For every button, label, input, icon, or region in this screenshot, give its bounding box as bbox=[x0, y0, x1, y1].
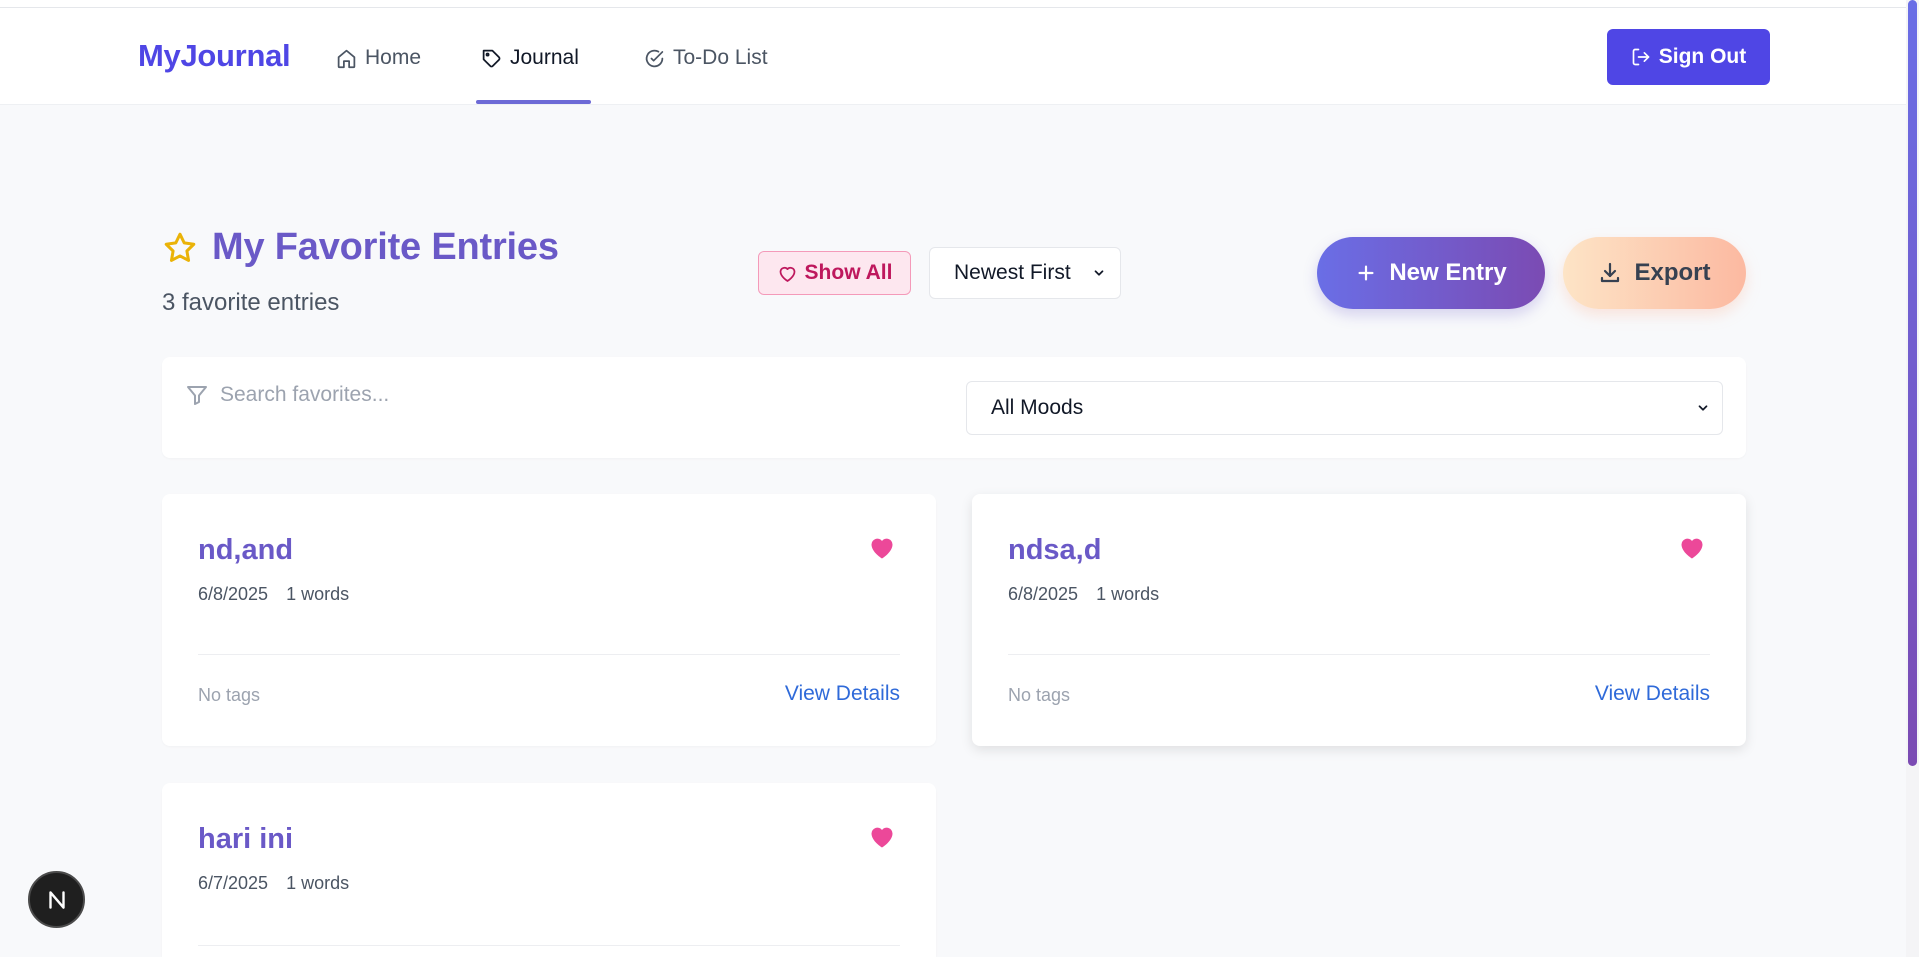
search-input[interactable] bbox=[220, 383, 780, 407]
entry-tags: No tags bbox=[1008, 685, 1071, 705]
entry-title[interactable]: ndsa,d bbox=[1008, 534, 1101, 567]
filter-bar: All Moods bbox=[162, 357, 1746, 458]
entry-tags: No tags bbox=[198, 685, 261, 705]
top-navbar: MyJournal Home Journal To-Do List Sign O… bbox=[0, 8, 1906, 105]
logout-icon bbox=[1632, 48, 1650, 66]
view-details-link[interactable]: View Details bbox=[1595, 682, 1710, 706]
page-heading: My Favorite Entries bbox=[212, 226, 559, 268]
entry-meta: 6/8/2025 1 words bbox=[198, 584, 349, 605]
entry-card: hari ini 6/7/2025 1 words bbox=[162, 783, 936, 957]
entry-title[interactable]: hari ini bbox=[198, 823, 293, 856]
card-divider bbox=[1008, 654, 1710, 655]
card-divider bbox=[198, 945, 900, 946]
entry-date: 6/8/2025 bbox=[198, 584, 269, 604]
entry-title[interactable]: nd,and bbox=[198, 534, 293, 567]
chevron-down-icon bbox=[1094, 270, 1104, 276]
view-details-link[interactable]: View Details bbox=[785, 682, 900, 706]
entry-card: nd,and 6/8/2025 1 words No tags View Det… bbox=[162, 494, 936, 746]
search-box bbox=[185, 383, 780, 407]
entry-date: 6/8/2025 bbox=[1008, 584, 1079, 604]
export-button[interactable]: Export bbox=[1563, 237, 1746, 309]
nav-home[interactable]: Home bbox=[336, 46, 421, 70]
active-tab-indicator bbox=[476, 100, 591, 104]
nav-journal-label: Journal bbox=[510, 46, 579, 69]
entry-word-count: 1 words bbox=[1096, 584, 1160, 604]
star-icon bbox=[164, 232, 196, 262]
download-icon bbox=[1601, 262, 1620, 283]
n-logo-icon bbox=[48, 890, 65, 909]
mood-selected-value: All Moods bbox=[991, 396, 1084, 419]
brand-logo[interactable]: MyJournal bbox=[138, 38, 291, 74]
page-title: My Favorite Entries bbox=[162, 226, 559, 269]
entry-word-count: 1 words bbox=[286, 584, 350, 604]
entry-meta: 6/7/2025 1 words bbox=[198, 873, 349, 894]
nav-todo-list[interactable]: To-Do List bbox=[644, 46, 768, 70]
filter-icon bbox=[187, 386, 207, 405]
sign-out-button[interactable]: Sign Out bbox=[1607, 29, 1770, 85]
heart-filled-icon[interactable] bbox=[868, 534, 896, 562]
sort-select[interactable]: Newest First bbox=[929, 247, 1121, 299]
top-edge bbox=[0, 0, 1906, 8]
nav-todo-label: To-Do List bbox=[673, 46, 768, 69]
card-divider bbox=[198, 654, 900, 655]
show-all-button[interactable]: Show All bbox=[758, 251, 911, 295]
heart-filled-icon[interactable] bbox=[868, 823, 896, 851]
show-all-label: Show All bbox=[804, 261, 893, 284]
entry-word-count: 1 words bbox=[286, 873, 350, 893]
home-icon bbox=[337, 49, 356, 68]
nav-home-label: Home bbox=[365, 46, 422, 69]
mood-select[interactable]: All Moods bbox=[966, 381, 1723, 435]
heart-outline-icon bbox=[779, 266, 795, 282]
nextjs-dev-badge[interactable] bbox=[28, 871, 85, 928]
entry-date: 6/7/2025 bbox=[198, 873, 269, 893]
entry-meta: 6/8/2025 1 words bbox=[1008, 584, 1159, 605]
tag-icon bbox=[482, 49, 501, 67]
entry-card: ndsa,d 6/8/2025 1 words No tags View Det… bbox=[972, 494, 1746, 746]
plus-icon bbox=[1358, 265, 1374, 281]
sort-selected-value: Newest First bbox=[954, 261, 1071, 284]
new-entry-button[interactable]: New Entry bbox=[1317, 237, 1545, 309]
chevron-down-icon bbox=[1698, 405, 1708, 411]
new-entry-label: New Entry bbox=[1389, 259, 1507, 286]
heart-filled-icon[interactable] bbox=[1678, 534, 1706, 562]
sign-out-label: Sign Out bbox=[1658, 45, 1747, 68]
check-circle-icon bbox=[645, 49, 664, 67]
scrollbar-thumb[interactable] bbox=[1908, 0, 1917, 766]
export-label: Export bbox=[1634, 259, 1711, 286]
favorite-count: 3 favorite entries bbox=[162, 289, 340, 316]
nav-journal[interactable]: Journal bbox=[481, 46, 579, 70]
